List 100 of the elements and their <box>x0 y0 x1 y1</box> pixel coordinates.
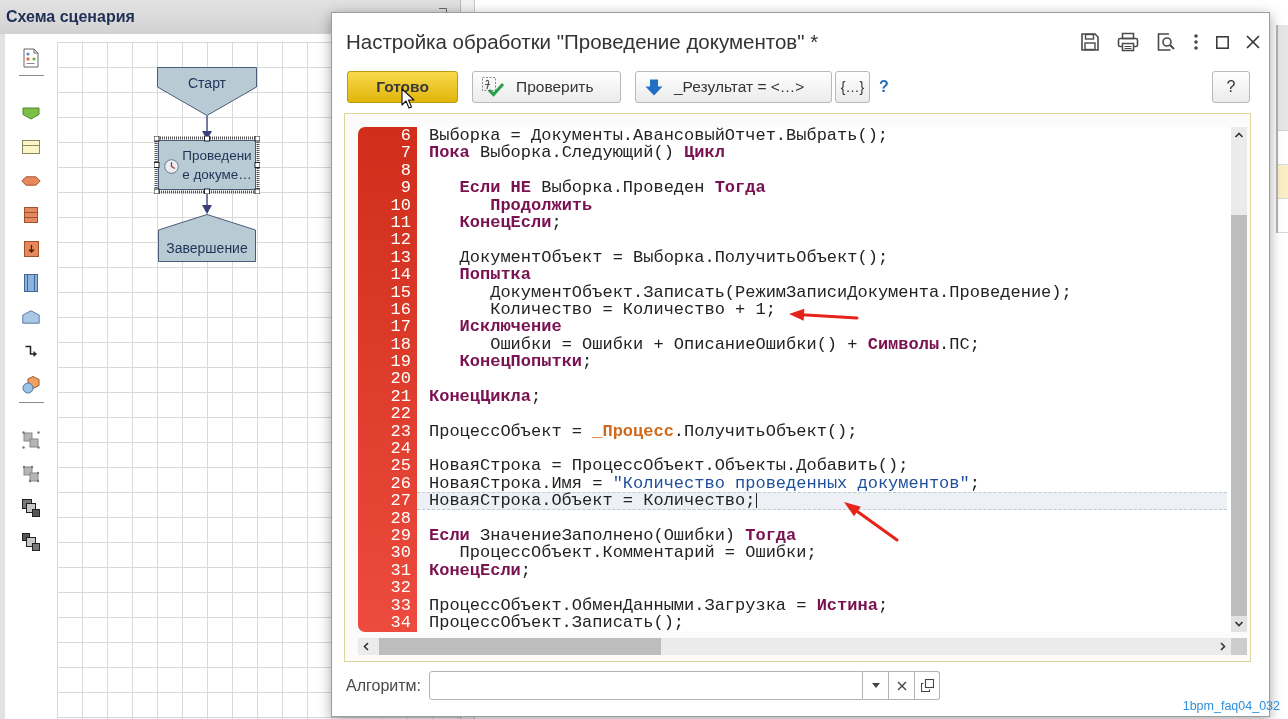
code-line: ПроцессОбъект.ОбменДанными.Загрузка = Истина; <box>429 595 889 615</box>
line-number: 22 <box>390 405 411 423</box>
result-button[interactable]: _Результат = <…> <box>635 71 832 103</box>
code-line: Попытка <box>459 265 532 285</box>
close-icon[interactable] <box>1246 35 1260 49</box>
code-line: КонецЦикла; <box>429 386 542 406</box>
dotted-squares-icon[interactable] <box>22 465 40 483</box>
stacked-squares-icon[interactable] <box>22 499 40 517</box>
code-line: ДокументОбъект.Записать(РежимЗаписиДокумента.Проведение); <box>490 282 1072 302</box>
clock-icon <box>164 159 179 174</box>
cascade-squares-icon[interactable] <box>22 533 40 551</box>
scrollbar-corner <box>1231 638 1247 655</box>
code-line: Выборка = Документы.АвансовыйОтчет.Выбрать(); <box>429 127 889 145</box>
line-number: 18 <box>390 335 411 354</box>
pentagon-icon[interactable] <box>22 310 40 324</box>
document-icon[interactable] <box>23 48 39 68</box>
shapes-icon[interactable] <box>22 376 40 394</box>
function-check-icon <box>481 76 505 98</box>
text-cursor-icon <box>756 493 758 509</box>
code-line: НоваяСтрока = ПроцессОбъект.Объекты.Добавить(); <box>429 456 909 476</box>
horizontal-scrollbar[interactable] <box>358 638 1231 655</box>
algorithm-field[interactable] <box>429 671 863 700</box>
code-line: КонецЕсли; <box>459 212 562 232</box>
clear-button[interactable] <box>889 671 915 700</box>
line-number: 9 <box>400 179 411 197</box>
panel-title: Схема сценария <box>6 8 135 26</box>
maximize-icon[interactable] <box>1216 35 1229 49</box>
done-button[interactable]: Готово <box>347 71 458 103</box>
scrollbar-thumb[interactable] <box>1231 215 1247 616</box>
line-number: 13 <box>390 248 411 267</box>
check-button[interactable]: Проверить <box>472 71 621 103</box>
panel-icon[interactable] <box>24 274 38 292</box>
line-number: 15 <box>390 283 411 301</box>
line-number: 12 <box>390 231 411 249</box>
scatter-squares-icon[interactable] <box>22 431 40 449</box>
line-number: 19 <box>390 353 411 371</box>
line-number: 20 <box>390 370 411 388</box>
action-node[interactable]: Проведени е докуме… <box>158 140 256 190</box>
line-number: 34 <box>390 613 411 632</box>
line-number: 7 <box>400 144 411 162</box>
line-number: 11 <box>390 213 411 232</box>
line-number: 29 <box>390 527 411 545</box>
start-node[interactable] <box>157 67 257 116</box>
code-line: КонецЕсли; <box>429 560 532 580</box>
line-number: 21 <box>390 387 411 406</box>
code-line: ПроцессОбъект.Записать(); <box>429 612 685 632</box>
vertical-scrollbar[interactable] <box>1231 127 1247 632</box>
print-icon[interactable] <box>1117 32 1139 52</box>
node-label: Старт <box>188 74 226 92</box>
code-editor-field[interactable] <box>417 127 1231 632</box>
line-number: 23 <box>390 422 411 441</box>
help-link[interactable]: ? <box>879 78 889 96</box>
dropdown-button[interactable] <box>863 671 889 700</box>
line-number: 26 <box>390 474 411 493</box>
document-search-icon[interactable] <box>1156 32 1176 52</box>
line-number: 10 <box>390 196 411 214</box>
code-line: ПроцессОбъект = _Процесс.ПолучитьОбъект(); <box>429 421 858 441</box>
code-line: Количество = Количество + 1; <box>490 299 776 319</box>
code-line: Если НЕ Выборка.Проведен Тогда <box>459 178 766 198</box>
line-number: 28 <box>390 509 411 527</box>
line-number: 6 <box>400 127 411 145</box>
code-line: Если ЗначениеЗаполнено(Ошибки) Тогда <box>429 526 797 545</box>
line-number: 32 <box>390 579 411 597</box>
code-line: Исключение <box>459 317 562 337</box>
node-label: Завершение <box>166 239 248 257</box>
line-number: 30 <box>390 544 411 562</box>
chevron-down-icon[interactable] <box>1231 616 1247 632</box>
clear-icon <box>896 680 907 691</box>
elbow-arrow-icon[interactable] <box>24 344 38 358</box>
code-line: ДокументОбъект = Выборка.ПолучитьОбъект(); <box>459 247 889 267</box>
download-box-icon[interactable] <box>23 241 39 257</box>
line-number: 16 <box>390 300 411 319</box>
line-number: 27 <box>390 492 411 510</box>
more-icon[interactable] <box>1193 33 1199 51</box>
line-number: 25 <box>390 457 411 475</box>
braces-button[interactable]: {…} <box>835 71 870 103</box>
hexagon-icon[interactable] <box>21 176 41 186</box>
code-line: ПроцессОбъект.Комментарий = Ошибки; <box>459 543 817 563</box>
shield-shape-icon[interactable] <box>22 106 40 120</box>
code-line: НоваяСтрока.Объект = Количество; <box>429 491 756 511</box>
line-number: 14 <box>390 266 411 284</box>
down-arrow-icon <box>645 78 663 96</box>
node-label: Проведени е докуме… <box>182 147 252 184</box>
line-number: 24 <box>390 440 411 458</box>
save-icon[interactable] <box>1080 32 1100 52</box>
code-line: КонецПопытки; <box>459 352 593 372</box>
line-number: 8 <box>400 161 411 180</box>
overlapping-squares-icon <box>920 679 934 692</box>
line-number: 33 <box>390 596 411 614</box>
rectangle-icon[interactable] <box>22 140 40 154</box>
open-button[interactable] <box>915 671 940 700</box>
dialog-title: Настройка обработки "Проведение документов" * <box>346 30 820 54</box>
help-button[interactable]: ? <box>1212 71 1250 103</box>
scrollbar-thumb[interactable] <box>379 638 661 655</box>
line-number: 31 <box>390 561 411 580</box>
video-caption: 1bpm_faq04_032 <box>1182 699 1280 713</box>
end-node[interactable] <box>158 214 256 262</box>
field-label: Алгоритм: <box>346 676 421 695</box>
code-line: НоваяСтрока.Имя = "Количество проведенных документов"; <box>429 473 980 493</box>
line-number: 17 <box>390 318 411 336</box>
